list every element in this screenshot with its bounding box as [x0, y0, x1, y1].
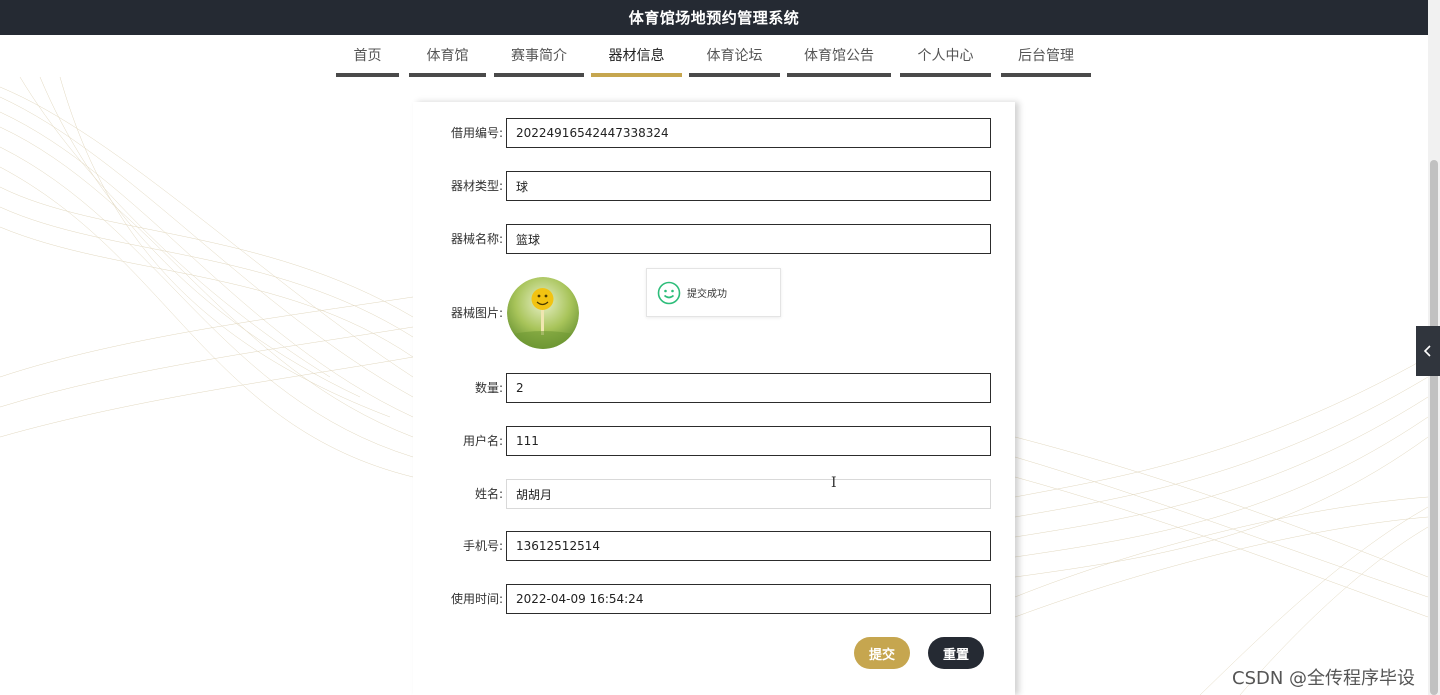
- phone-field[interactable]: [506, 531, 991, 561]
- form-row-equipment-name: 器械名称:: [413, 224, 1015, 254]
- scrollbar-thumb[interactable]: [1430, 160, 1438, 695]
- quantity-label: 数量:: [474, 381, 503, 395]
- form-row-username: 用户名:: [413, 426, 1015, 456]
- reset-button[interactable]: 重置: [928, 637, 984, 669]
- toast-message: 提交成功: [687, 289, 727, 300]
- borrow-form-panel: 借用编号: 器材类型: 器械名称: 器械图片:: [413, 102, 1015, 695]
- equipment-type-field[interactable]: [506, 171, 991, 201]
- nav-item-gym[interactable]: 体育馆: [409, 35, 486, 77]
- phone-label: 手机号:: [462, 539, 503, 553]
- smile-icon: [657, 281, 681, 305]
- main-nav: 首页 体育馆 赛事简介 器材信息 体育论坛 体育馆公告 个人中心 后台管理: [0, 35, 1428, 77]
- csdn-watermark: CSDN @全传程序毕设: [1232, 668, 1416, 689]
- nav-item-profile[interactable]: 个人中心: [900, 35, 991, 77]
- quantity-field[interactable]: [506, 373, 991, 403]
- nav-item-admin[interactable]: 后台管理: [1001, 35, 1091, 77]
- use-time-field[interactable]: [506, 584, 991, 614]
- nav-item-notices[interactable]: 体育馆公告: [787, 35, 891, 77]
- form-row-use-time: 使用时间:: [413, 584, 1015, 614]
- chevron-left-icon: [1423, 345, 1433, 357]
- name-label: 姓名:: [474, 487, 503, 501]
- equipment-name-label: 器械名称:: [450, 232, 503, 246]
- text-cursor-icon: I: [831, 475, 837, 491]
- app-title: 体育馆场地预约管理系统: [628, 9, 800, 27]
- use-time-label: 使用时间:: [450, 592, 503, 606]
- form-row-name: 姓名:: [413, 479, 1015, 509]
- equipment-name-field[interactable]: [506, 224, 991, 254]
- equipment-type-label: 器材类型:: [450, 179, 503, 193]
- equipment-image-photo[interactable]: [507, 277, 579, 349]
- nav-item-equipment[interactable]: 器材信息: [591, 35, 682, 77]
- credit-no-field[interactable]: [506, 118, 991, 148]
- success-toast: 提交成功: [646, 268, 781, 317]
- username-label: 用户名:: [462, 434, 503, 448]
- submit-button[interactable]: 提交: [854, 637, 910, 669]
- username-field[interactable]: [506, 426, 991, 456]
- nav-item-events[interactable]: 赛事简介: [494, 35, 584, 77]
- nav-item-home[interactable]: 首页: [336, 35, 399, 77]
- sidebar-toggle-button[interactable]: [1416, 326, 1440, 376]
- form-row-credit-no: 借用编号:: [413, 118, 1015, 148]
- form-row-quantity: 数量:: [413, 373, 1015, 403]
- equipment-image-label: 器械图片:: [450, 306, 503, 320]
- credit-no-label: 借用编号:: [450, 126, 503, 140]
- nav-item-forum[interactable]: 体育论坛: [689, 35, 780, 77]
- name-field[interactable]: [506, 479, 991, 509]
- app-header: 体育馆场地预约管理系统: [0, 0, 1428, 35]
- form-row-equipment-type: 器材类型:: [413, 171, 1015, 201]
- form-row-phone: 手机号:: [413, 531, 1015, 561]
